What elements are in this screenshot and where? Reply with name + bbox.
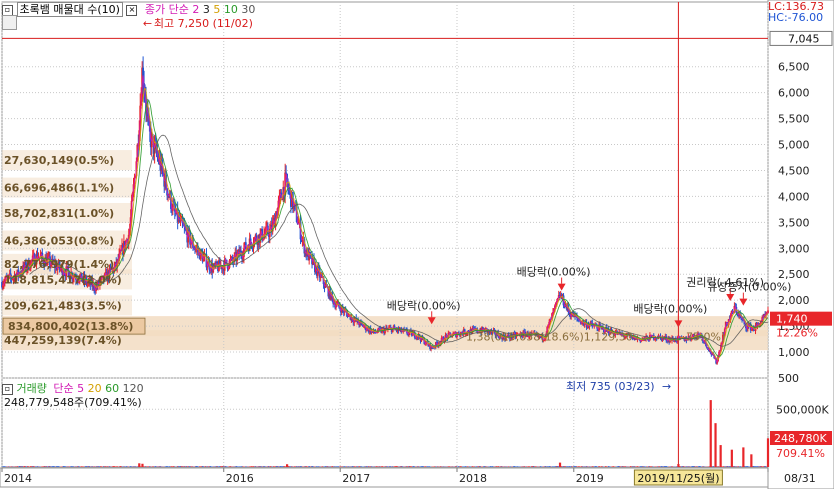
grid-toggle-icon[interactable] [2,15,17,30]
collapse-icon[interactable]: ▫ [2,383,13,395]
volume-spike-bar [719,445,722,467]
date-tick-label: 2016 [226,472,254,485]
volume-profile-label: 118,815,417(2.0%) [4,273,122,286]
date-tick-label: 2018 [459,472,487,485]
collapse-icon[interactable]: ▫ [2,4,13,16]
volume-current: 248,779,548주(709.41%) [4,396,142,409]
ma-period-3[interactable]: 3 [203,3,210,16]
volume-profile-label: 834,800,402(13.8%) [8,320,133,333]
volume-profile-inline-label: 75.0%) [686,330,725,343]
price-tick-label: 2,500 [778,268,810,281]
price-tick-label: 6,500 [778,61,810,74]
last-volume-value: 248,780K [774,432,827,445]
date-tick-label: 08/31 [784,472,816,485]
price-tick-label: 1,000 [778,346,810,359]
indicator-title[interactable]: 초록뱀 매물대 수(10) [16,2,123,17]
volume-spike-bar [714,423,717,467]
price-tick-label: 3,000 [778,242,810,255]
ma-period-10[interactable]: 10 [224,3,238,16]
date-tick-label: 2019 [576,472,604,485]
price-tick-label: 4,000 [778,190,810,203]
volume-spike-bar [141,463,144,467]
max-marker-icon: ← [143,17,152,30]
event-label: 배당락(0.00%) [517,266,591,279]
max-price-label: 최고 7,250 (11/02) [154,17,253,30]
volume-spike-bar [750,454,753,467]
chart-header: ▫ 초록뱀 매물대 수(10) × 종가 단순 2 3 5 10 30 [2,1,255,17]
volume-spike-bar [730,449,733,467]
volume-spike-bar [138,463,141,467]
stock-chart[interactable]: 447,259,139(7.4%)834,800,402(13.8%) 209,6… [0,0,834,489]
corner-hc: HC:-76.00 [768,11,824,24]
last-change-value: 12.26% [776,327,818,340]
volume-spike-bar [742,447,745,467]
volume-spike-bar [285,464,289,467]
ma-title[interactable]: 종가 단순 [145,3,189,16]
last-volume-pct: 709.41% [776,447,825,460]
indicator-close-icon[interactable]: × [126,4,138,16]
volume-spike-bar [677,464,680,467]
volume-profile-inline-label: 1,38(015,058(18.6%)1,129,30 [466,330,633,343]
volume-profile-label: 209,621,483(3.5%) [4,299,122,312]
event-label: 배당락(0.00%) [633,302,707,315]
volume-profile-label: 82,776,979(1.4%) [4,258,114,271]
volume-profile-label: 447,259,139(7.4%) [4,334,122,347]
volume-profile-label: 46,386,053(0.8%) [4,235,114,248]
crosshair-date-value: 2019/11/25(월) [637,472,719,485]
volume-spike-bar [709,400,712,467]
ma-period-5[interactable]: 5 [213,3,220,16]
price-tick-label: 3,500 [778,216,810,229]
price-tick-label: 6,000 [778,87,810,100]
price-tick-label: 2,000 [778,294,810,307]
date-tick-label: 2017 [342,472,370,485]
volume-tick-label: 500,000K [776,403,829,416]
volume-spike-bar [558,462,562,467]
price-tick-label: 5,000 [778,139,810,152]
date-tick-label: 2014 [4,472,32,485]
volume-spike-bar [766,438,770,467]
ma-period-2[interactable]: 2 [192,3,199,16]
crosshair-price-value: 7,045 [788,32,820,45]
price-tick-label: 5,500 [778,113,810,126]
min-price-label: 최저 735 (03/23) [566,380,655,393]
min-marker-icon: → [662,380,671,393]
price-tick-label: 500 [778,372,799,385]
volume-profile-label: 27,630,149(0.5%) [4,154,114,167]
event-label: 배당락(0.00%) [387,299,461,312]
event-label: 유상증자(0.00%) [707,281,791,294]
last-price-value: 1,740 [776,313,808,326]
volume-profile-label: 66,696,486(1.1%) [4,182,114,195]
ma-period-30[interactable]: 30 [241,3,255,16]
price-tick-label: 4,500 [778,164,810,177]
volume-profile-label: 58,702,831(1.0%) [4,207,114,220]
